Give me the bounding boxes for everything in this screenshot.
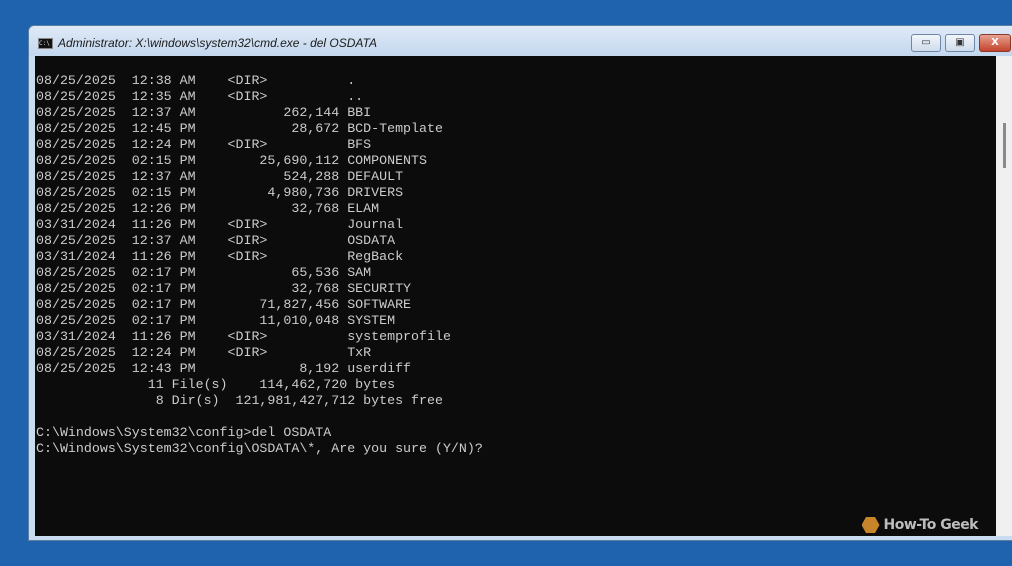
close-button[interactable]: X [979, 34, 1011, 52]
console-line: 08/25/2025 12:45 PM 28,672 BCD-Template [36, 121, 443, 136]
console-line: 03/31/2024 11:26 PM <DIR> Journal [36, 217, 404, 232]
window-title: Administrator: X:\windows\system32\cmd.e… [58, 36, 377, 50]
maximize-button[interactable]: ▣ [945, 34, 975, 52]
console-line: 11 File(s) 114,462,720 bytes [36, 377, 396, 392]
howtogeek-logo-icon [861, 517, 880, 533]
title-bar[interactable]: C:\ Administrator: X:\windows\system32\c… [29, 26, 1012, 56]
minimize-button[interactable]: ▭ [911, 34, 941, 52]
console-line: 08/25/2025 02:17 PM 65,536 SAM [36, 265, 372, 280]
console-line: C:\Windows\System32\config\OSDATA\*, Are… [36, 441, 483, 456]
console-line: 08/25/2025 02:17 PM 32,768 SECURITY [36, 281, 412, 296]
console-text: 08/25/2025 12:38 AM <DIR> . 08/25/2025 12… [36, 73, 483, 457]
vertical-scrollbar[interactable] [996, 56, 1012, 536]
console-line: 08/25/2025 02:17 PM 71,827,456 SOFTWARE [36, 297, 412, 312]
console-line: 08/25/2025 12:43 PM 8,192 userdiff [36, 361, 412, 376]
console-line: 08/25/2025 02:15 PM 25,690,112 COMPONENT… [36, 153, 427, 168]
console-line: 08/25/2025 12:37 AM 524,288 DEFAULT [36, 169, 404, 184]
console-line: 8 Dir(s) 121,981,427,712 bytes free [36, 393, 443, 408]
howtogeek-watermark: How-To Geek [861, 517, 979, 533]
console-line: 08/25/2025 12:24 PM <DIR> BFS [36, 137, 372, 152]
cmd-app-icon[interactable]: C:\ [38, 38, 53, 49]
console-line: C:\Windows\System32\config>del OSDATA [36, 425, 332, 440]
console-line: 08/25/2025 12:37 AM <DIR> OSDATA [36, 233, 396, 248]
console-line: 03/31/2024 11:26 PM <DIR> systemprofile [36, 329, 451, 344]
console-line: 08/25/2025 02:15 PM 4,980,736 DRIVERS [36, 185, 404, 200]
console-output[interactable]: 08/25/2025 12:38 AM <DIR> . 08/25/2025 12… [35, 56, 996, 536]
watermark-text: How-To Geek [883, 517, 979, 533]
console-line: 08/25/2025 12:35 AM <DIR> .. [36, 89, 364, 104]
scrollbar-thumb[interactable] [1003, 123, 1006, 168]
cmd-window: C:\ Administrator: X:\windows\system32\c… [28, 25, 1012, 541]
console-line: 08/25/2025 12:37 AM 262,144 BBI [36, 105, 372, 120]
console-line: 08/25/2025 02:17 PM 11,010,048 SYSTEM [36, 313, 396, 328]
console-line: 08/25/2025 12:24 PM <DIR> TxR [36, 345, 372, 360]
console-line: 03/31/2024 11:26 PM <DIR> RegBack [36, 249, 404, 264]
console-line: 08/25/2025 12:26 PM 32,768 ELAM [36, 201, 380, 216]
console-line: 08/25/2025 12:38 AM <DIR> . [36, 73, 356, 88]
